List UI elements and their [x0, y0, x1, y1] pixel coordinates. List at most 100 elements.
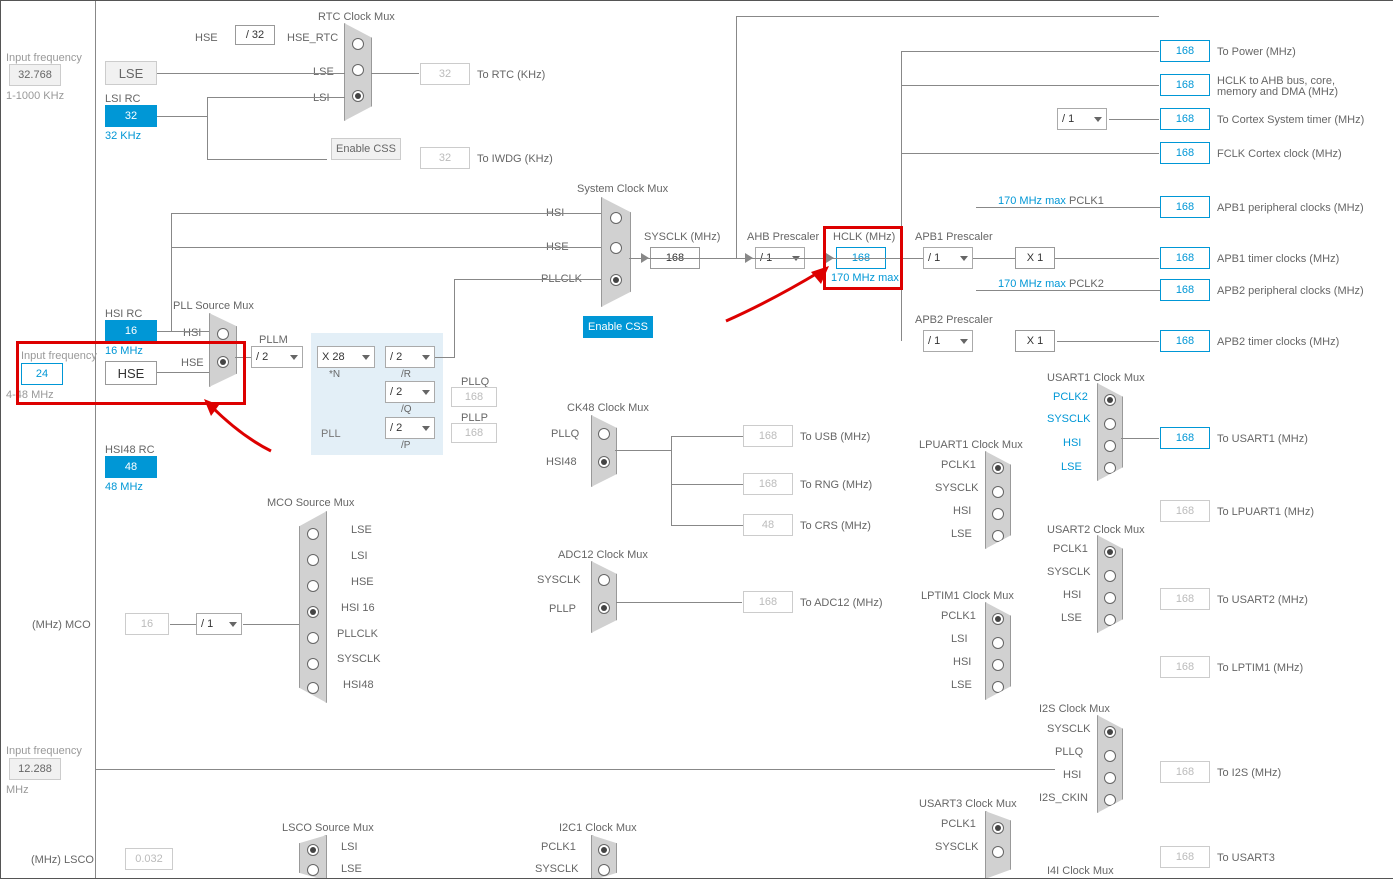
i2c1-mux[interactable] [591, 835, 617, 879]
apb2-presc-select[interactable]: / 1 [923, 330, 973, 352]
usart3-sysclk-radio[interactable] [992, 846, 1004, 858]
pllm-select[interactable]: / 2 [251, 346, 303, 368]
usart2-sysclk-radio[interactable] [1104, 570, 1116, 582]
ck48-pllq-radio[interactable] [598, 428, 610, 440]
ck48-mux[interactable] [591, 415, 617, 487]
lpuart1-lse-radio[interactable] [992, 530, 1004, 542]
usart3-mux[interactable] [985, 811, 1011, 879]
sys-enable-css[interactable]: Enable CSS [583, 316, 653, 338]
pllp-select[interactable]: / 2 [385, 417, 435, 439]
pllq-select[interactable]: / 2 [385, 381, 435, 403]
i2c1-pclk1-radio[interactable] [598, 844, 610, 856]
lpuart1-hsi-radio[interactable] [992, 508, 1004, 520]
rtc-mux-title: RTC Clock Mux [318, 11, 395, 23]
usart1-lse-radio[interactable] [1104, 462, 1116, 474]
mco-hse-radio[interactable] [307, 580, 319, 592]
hsi-rc-label: HSI RC [105, 308, 142, 320]
sys-hsi-radio[interactable] [610, 212, 622, 224]
usart1-hsi-radio[interactable] [1104, 440, 1116, 452]
pll-source-mux[interactable] [209, 313, 237, 387]
i2s-unit: MHz [6, 784, 29, 796]
wire [736, 16, 737, 258]
out-apb1t-value[interactable]: 168 [1160, 247, 1210, 269]
lsco-mux[interactable] [299, 835, 327, 879]
cortex-timer-presc[interactable]: / 1 [1057, 108, 1107, 130]
mco-sysclk-radio[interactable] [307, 658, 319, 670]
out-power-value[interactable]: 168 [1160, 40, 1210, 62]
rtc-mux[interactable] [344, 23, 372, 121]
out-apb2t-value[interactable]: 168 [1160, 330, 1210, 352]
out-apb2p-value[interactable]: 168 [1160, 279, 1210, 301]
usart1-value[interactable]: 168 [1160, 427, 1210, 449]
lpuart1-pclk1-radio[interactable] [992, 462, 1004, 474]
pll-src-hsi-radio[interactable] [217, 328, 229, 340]
usart1-mux[interactable] [1097, 383, 1123, 481]
pllr-select[interactable]: / 2 [385, 346, 435, 368]
adc-mux[interactable] [591, 561, 617, 633]
out-apb1p-value[interactable]: 168 [1160, 196, 1210, 218]
rtc-enable-css[interactable]: Enable CSS [331, 138, 401, 160]
i2s-hsi-radio[interactable] [1104, 772, 1116, 784]
rtc-mux-lse-radio[interactable] [352, 64, 364, 76]
out-fclk-value[interactable]: 168 [1160, 142, 1210, 164]
rng-label: To RNG (MHz) [800, 479, 872, 491]
usart2-hsi-radio[interactable] [1104, 592, 1116, 604]
chevron-down-icon [960, 256, 968, 261]
rtc-mux-lsi-radio[interactable] [352, 90, 364, 102]
out-fclk: FCLK Cortex clock (MHz) [1217, 148, 1342, 160]
sys-hse-radio[interactable] [610, 242, 622, 254]
lptim1-lse-radio[interactable] [992, 681, 1004, 693]
lptim1-mux[interactable] [985, 602, 1011, 700]
mco-lse-radio[interactable] [307, 528, 319, 540]
lpuart1-mux[interactable] [985, 451, 1011, 549]
ck48-hsi48-radio[interactable] [598, 456, 610, 468]
out-cortex-value[interactable]: 168 [1160, 108, 1210, 130]
wire [235, 357, 251, 358]
mco-lsi-radio[interactable] [307, 554, 319, 566]
i2s-mux[interactable] [1097, 715, 1123, 813]
chevron-down-icon [960, 339, 968, 344]
lptim1-lsi-radio[interactable] [992, 637, 1004, 649]
sys-pllclk-radio[interactable] [610, 274, 622, 286]
usart3-pclk1-radio[interactable] [992, 822, 1004, 834]
hse-rtc-label: HSE_RTC [287, 32, 338, 44]
mco-div[interactable]: / 1 [196, 613, 242, 635]
usart1-lse: LSE [1061, 461, 1082, 473]
i2s-sysclk-radio[interactable] [1104, 726, 1116, 738]
adc-sysclk-radio[interactable] [598, 574, 610, 586]
lsco-lsi-radio[interactable] [307, 844, 319, 856]
usart2-pclk1-radio[interactable] [1104, 546, 1116, 558]
i2s-ckin-radio[interactable] [1104, 794, 1116, 806]
rtc-mux-hse-radio[interactable] [352, 38, 364, 50]
adc-pllp-radio[interactable] [598, 602, 610, 614]
wire [157, 331, 209, 332]
mco-hsi48-radio[interactable] [307, 682, 319, 694]
plln-select[interactable]: X 28 [317, 346, 375, 368]
apb1-presc-select[interactable]: / 1 [923, 247, 973, 269]
lsco-lse-radio[interactable] [307, 864, 319, 876]
system-clock-mux[interactable] [601, 197, 631, 307]
lptim1-pclk1-radio[interactable] [992, 613, 1004, 625]
hse-input-value[interactable]: 24 [21, 363, 63, 385]
i2c1-sysclk-radio[interactable] [598, 864, 610, 876]
arrow-icon [826, 253, 834, 263]
pll-src-hse-radio[interactable] [217, 356, 229, 368]
usart3-pclk1: PCLK1 [941, 818, 976, 830]
i2s-input-value[interactable]: 12.288 [9, 758, 61, 780]
lpuart1-sysclk-radio[interactable] [992, 486, 1004, 498]
hse-div32: / 32 [235, 25, 275, 45]
hclk-max: 170 MHz max [831, 272, 899, 284]
lse-input-value[interactable]: 32.768 [9, 64, 61, 86]
usart2-lse-radio[interactable] [1104, 614, 1116, 626]
lptim1-hsi-radio[interactable] [992, 659, 1004, 671]
mco-pllclk-radio[interactable] [307, 632, 319, 644]
usart1-sysclk-radio[interactable] [1104, 418, 1116, 430]
mco-mux[interactable] [299, 511, 327, 703]
hsi48-note: 48 MHz [105, 481, 143, 493]
out-hclk-value[interactable]: 168 [1160, 74, 1210, 96]
mco-hsi16-radio[interactable] [307, 606, 319, 618]
usart1-pclk2-radio[interactable] [1104, 394, 1116, 406]
iwdg-out-label: To IWDG (KHz) [477, 153, 553, 165]
usart2-mux[interactable] [1097, 535, 1123, 633]
i2s-pllq-radio[interactable] [1104, 750, 1116, 762]
